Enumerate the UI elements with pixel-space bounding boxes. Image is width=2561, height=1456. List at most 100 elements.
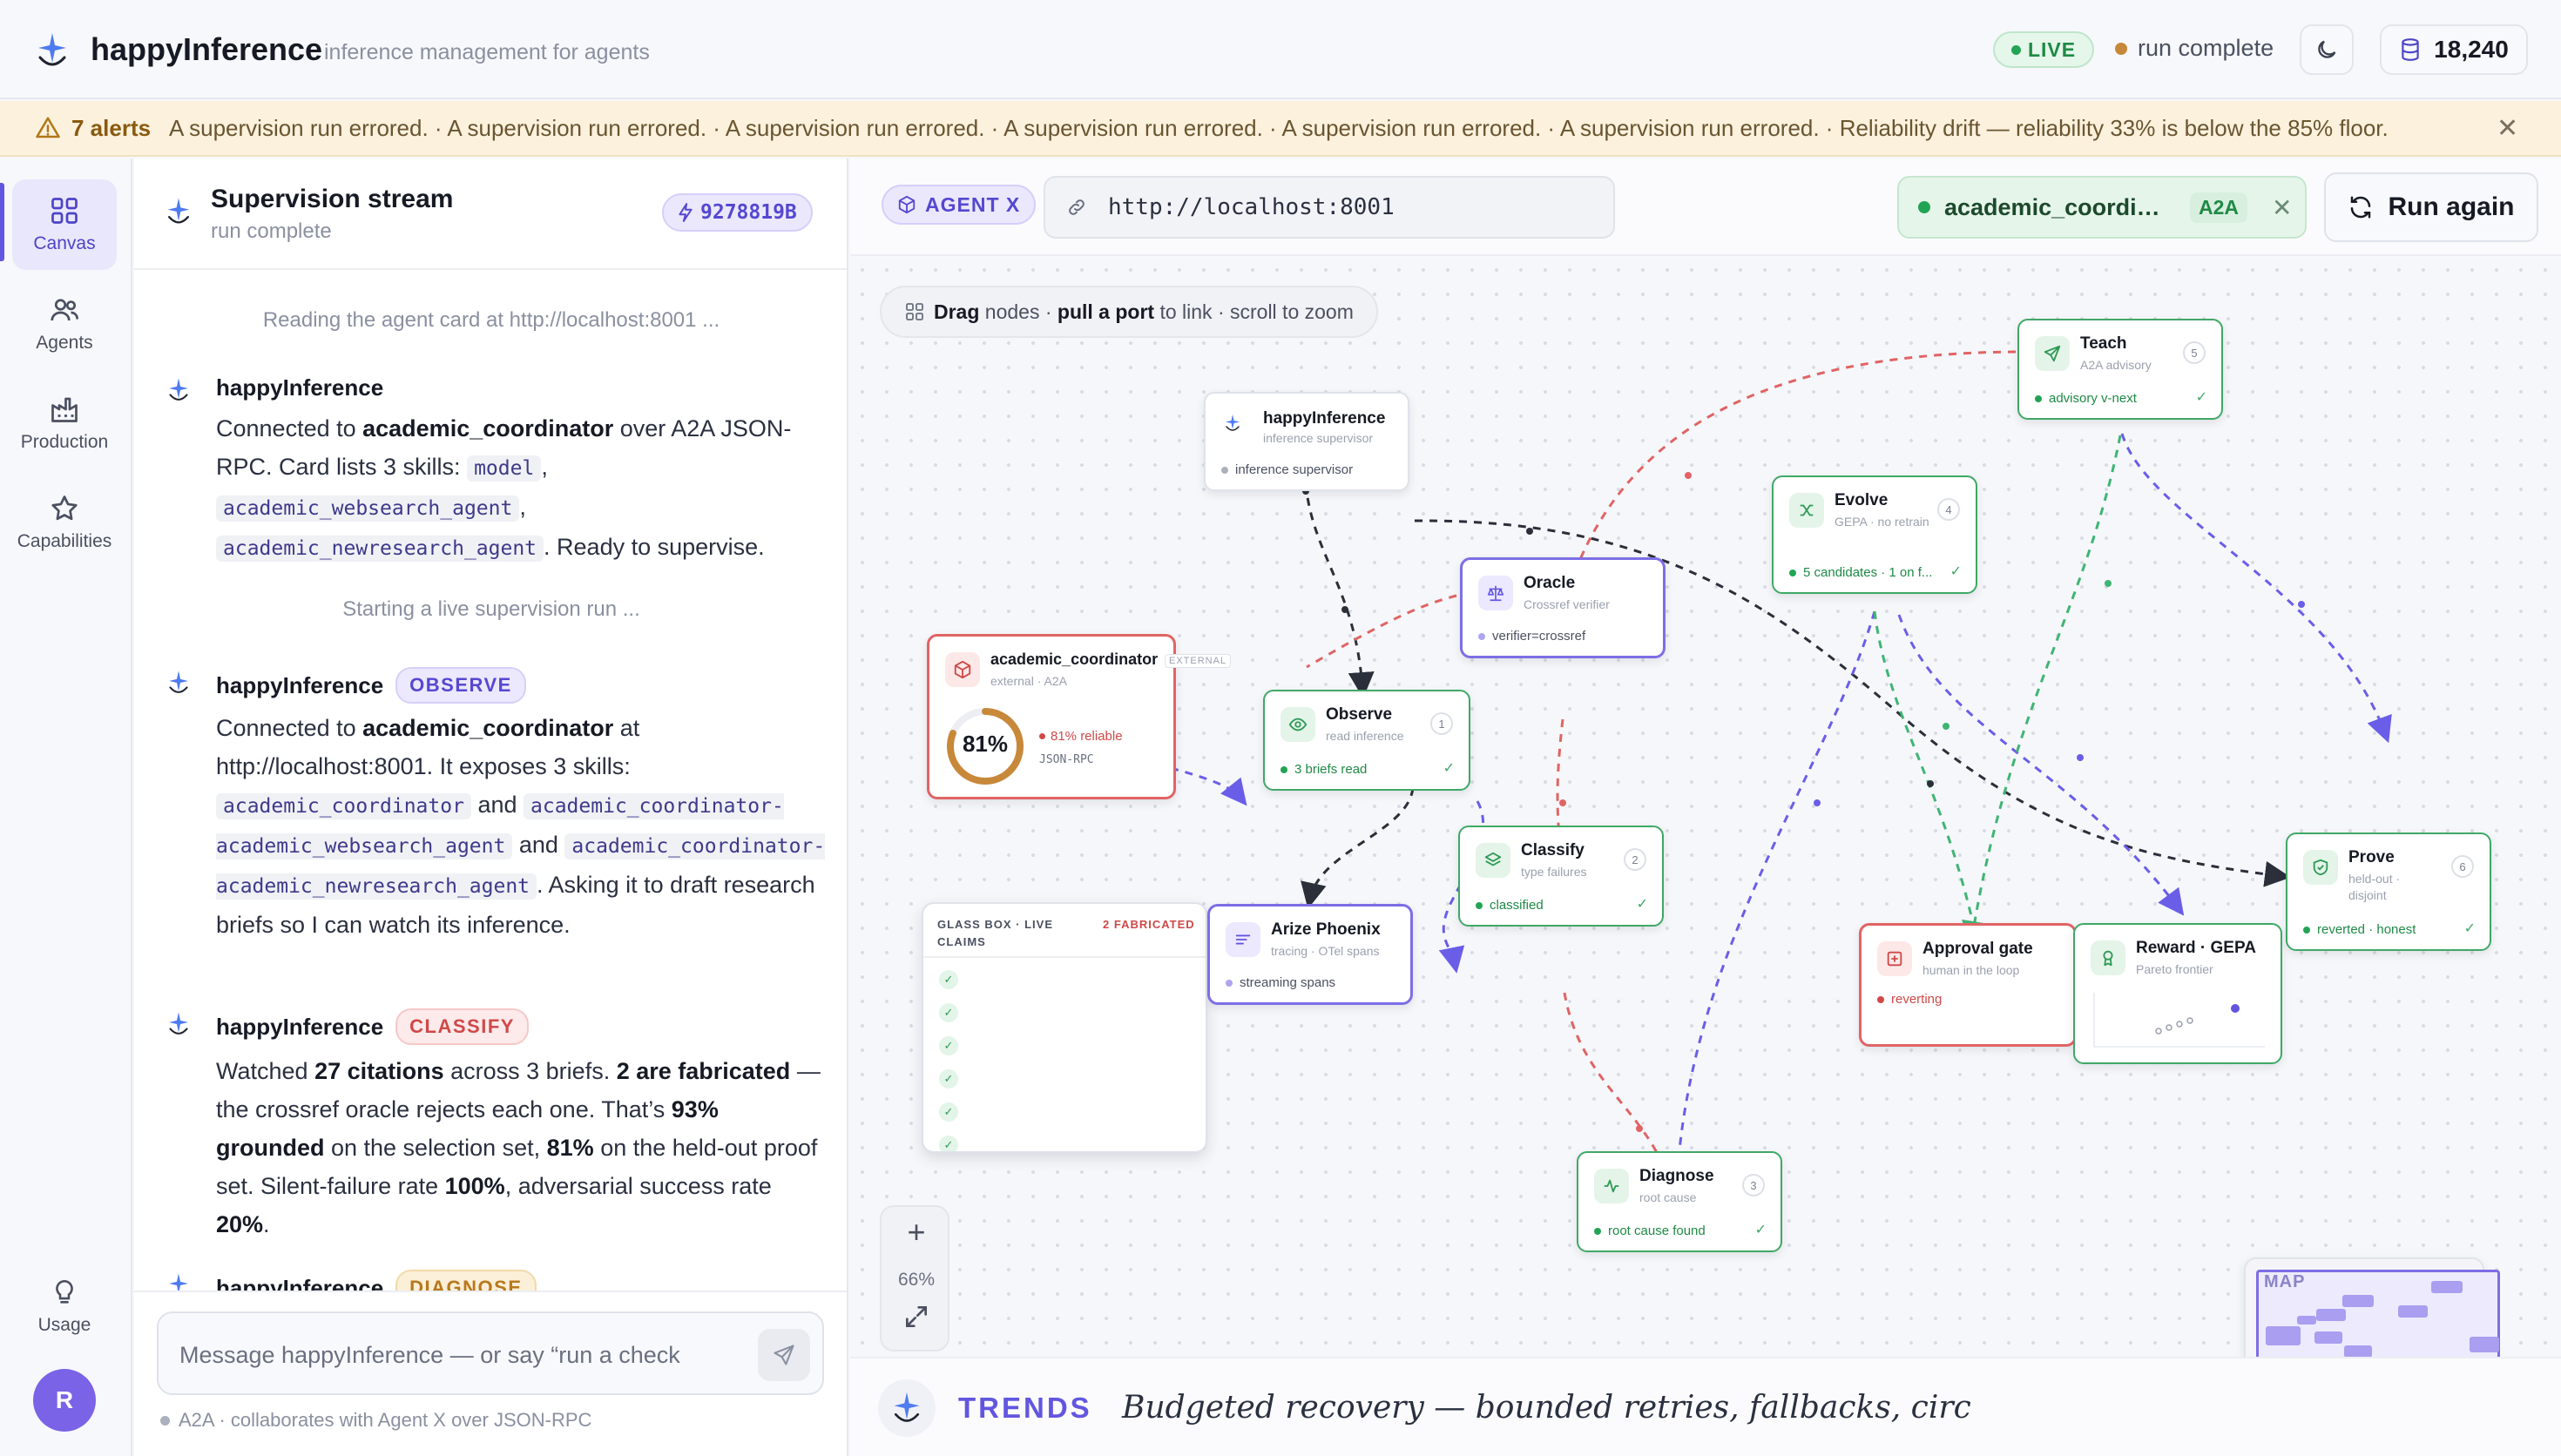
node-title: Approval gate — [1922, 940, 2033, 958]
status-text: 3 briefs read — [1294, 762, 1368, 777]
composer-footer: A2A · collaborates with Agent X over JSO… — [160, 1409, 591, 1432]
agent-url: http://localhost:8001 — [1108, 194, 1395, 220]
connection-chip[interactable]: academic_coordinator A2A ✕ — [1897, 176, 2307, 239]
avatar[interactable]: R — [33, 1369, 96, 1432]
run-status-label: run complete — [2138, 35, 2274, 61]
check-icon: ✓ — [939, 1136, 958, 1151]
rail-item-usage[interactable]: Usage — [12, 1261, 117, 1352]
expand-icon[interactable] — [902, 1303, 930, 1331]
gate-icon — [1877, 941, 1912, 976]
status-dot-icon — [2115, 42, 2127, 55]
moon-icon — [2318, 40, 2336, 58]
rail-item-canvas[interactable]: Canvas — [12, 179, 117, 270]
status-dot-icon — [1221, 466, 1228, 474]
fabricated-count: 2 FABRICATED — [1103, 918, 1195, 931]
node-classify[interactable]: Classify type failures 2 classified ✓ — [1458, 826, 1664, 927]
node-academic-coordinator[interactable]: academic_coordinator EXTERNAL external ·… — [927, 634, 1232, 799]
rail-item-agents[interactable]: Agents — [12, 279, 117, 369]
status-dot-icon — [160, 1415, 170, 1426]
trends-text: Budgeted recovery — bounded retries, fal… — [1122, 1390, 1971, 1426]
node-supervisor[interactable]: happyInference inference supervisor infe… — [1204, 392, 1409, 491]
theme-toggle-button[interactable] — [2300, 24, 2354, 75]
node-evolve[interactable]: Evolve GEPA · no retrain 4 5 candidates … — [1772, 475, 1977, 594]
minimap-node — [2398, 1305, 2428, 1318]
claim-row: ✓ — [939, 1000, 1192, 1026]
status-dot-icon — [1789, 569, 1796, 576]
node-status: root cause found — [1594, 1223, 1706, 1238]
agent-url-field[interactable]: http://localhost:8001 — [1044, 176, 1615, 239]
minimap-node — [2314, 1331, 2342, 1344]
node-status: 3 briefs read — [1280, 762, 1367, 777]
step-number: 1 — [1430, 712, 1453, 735]
list-icon — [1226, 922, 1260, 957]
run-hash-badge[interactable]: 9278819B — [662, 193, 813, 232]
check-icon: ✓ — [1754, 1223, 1767, 1237]
run-again-button[interactable]: Run again — [2324, 172, 2538, 242]
alert-count[interactable]: 7 alerts — [71, 115, 151, 142]
app-name: happyInference — [91, 31, 323, 67]
stream-header: Supervision stream run complete 9278819B — [134, 158, 847, 270]
send-button[interactable] — [758, 1329, 810, 1381]
node-subtitle: Pareto frontier — [2136, 962, 2213, 976]
claim-row: ✓ — [939, 1033, 1192, 1059]
database-icon — [2402, 38, 2419, 61]
rail-label: Agents — [36, 333, 93, 353]
rail-item-production[interactable]: Production — [12, 378, 117, 468]
layers-icon — [1476, 843, 1510, 878]
close-icon[interactable]: ✕ — [2272, 193, 2292, 222]
node-reward-gepa[interactable]: Reward · GEPA Pareto frontier — [2073, 923, 2282, 1064]
skill-code: academic_websearch_agent — [216, 495, 520, 522]
message-author: happyInference — [216, 374, 383, 401]
node-teach[interactable]: Teach A2A advisory 5 advisory v-next ✓ — [2017, 319, 2223, 420]
link-icon — [1069, 199, 1085, 215]
skill-code: model — [467, 455, 542, 482]
glass-box-panel[interactable]: GLASS BOX · LIVE CLAIMS 2 FABRICATED ✓ ✓… — [922, 902, 1207, 1153]
shield-icon — [2303, 850, 2338, 885]
node-subtitle: external · A2A — [990, 674, 1067, 688]
node-diagnose[interactable]: Diagnose root cause 3 root cause found ✓ — [1577, 1151, 1782, 1252]
check-icon: ✓ — [1949, 564, 1962, 579]
glass-box-title: GLASS BOX · LIVE CLAIMS — [937, 918, 1054, 948]
workflow-canvas[interactable]: Drag nodes · pull a port to link · scrol… — [850, 258, 2561, 1433]
check-icon: ✓ — [1636, 897, 1648, 912]
close-icon[interactable]: ✕ — [2497, 113, 2518, 144]
check-icon: ✓ — [939, 1069, 958, 1089]
skill-code: academic_coordinator — [216, 793, 471, 819]
zoom-in-button[interactable]: + — [882, 1214, 951, 1250]
message-input[interactable] — [179, 1334, 720, 1376]
alert-bar: 7 alerts A supervision run errored. · A … — [0, 101, 2561, 157]
rail-item-capabilities[interactable]: Capabilities — [12, 477, 117, 568]
brand-logo-icon — [169, 671, 188, 693]
node-title: Evolve — [1835, 491, 1889, 509]
minimap-label: MAP — [2264, 1272, 2306, 1291]
status-text: streaming spans — [1240, 975, 1336, 990]
node-arize-phoenix[interactable]: Arize Phoenix tracing · OTel spans strea… — [1207, 904, 1413, 1005]
node-approval-gate[interactable]: Approval gate human in the loop revertin… — [1859, 923, 2077, 1047]
credits-button[interactable]: 18,240 — [2380, 24, 2528, 75]
node-status: classified — [1476, 898, 1544, 913]
status-dot-icon — [2035, 394, 2042, 402]
node-title: Observe — [1326, 705, 1393, 724]
node-subtitle: GEPA · no retrain — [1835, 515, 1929, 529]
status-dot-icon — [1226, 979, 1233, 987]
rail-label: Capabilities — [17, 531, 112, 551]
agent-badge[interactable]: AGENT X — [882, 185, 1037, 225]
skill-code: academic_newresearch_agent — [216, 536, 544, 562]
node-status: advisory v-next — [2035, 391, 2137, 406]
lightbulb-icon — [56, 1279, 73, 1304]
minimap-node — [2297, 1316, 2316, 1325]
node-oracle[interactable]: Oracle Crossref verifier verifier=crossr… — [1460, 557, 1666, 658]
stat: 27 citations — [314, 1058, 444, 1084]
node-observe[interactable]: Observe read inference 1 3 briefs read ✓ — [1263, 690, 1470, 791]
message-author: happyInference OBSERVE — [216, 667, 526, 704]
rail-label: Production — [20, 432, 109, 452]
check-icon: ✓ — [939, 1036, 958, 1055]
connection-protocol: A2A — [2190, 192, 2248, 223]
node-status: reverting — [1877, 992, 1942, 1007]
node-prove[interactable]: Prove held-out · disjoint 6 reverted · h… — [2286, 832, 2491, 951]
node-status: reverted · honest — [2303, 922, 2416, 937]
text: , adversarial success rate — [504, 1173, 772, 1199]
status-dot-icon — [1877, 995, 1884, 1003]
status-text: 5 candidates · 1 on f... — [1803, 565, 1933, 580]
minimap-node — [2342, 1295, 2374, 1307]
